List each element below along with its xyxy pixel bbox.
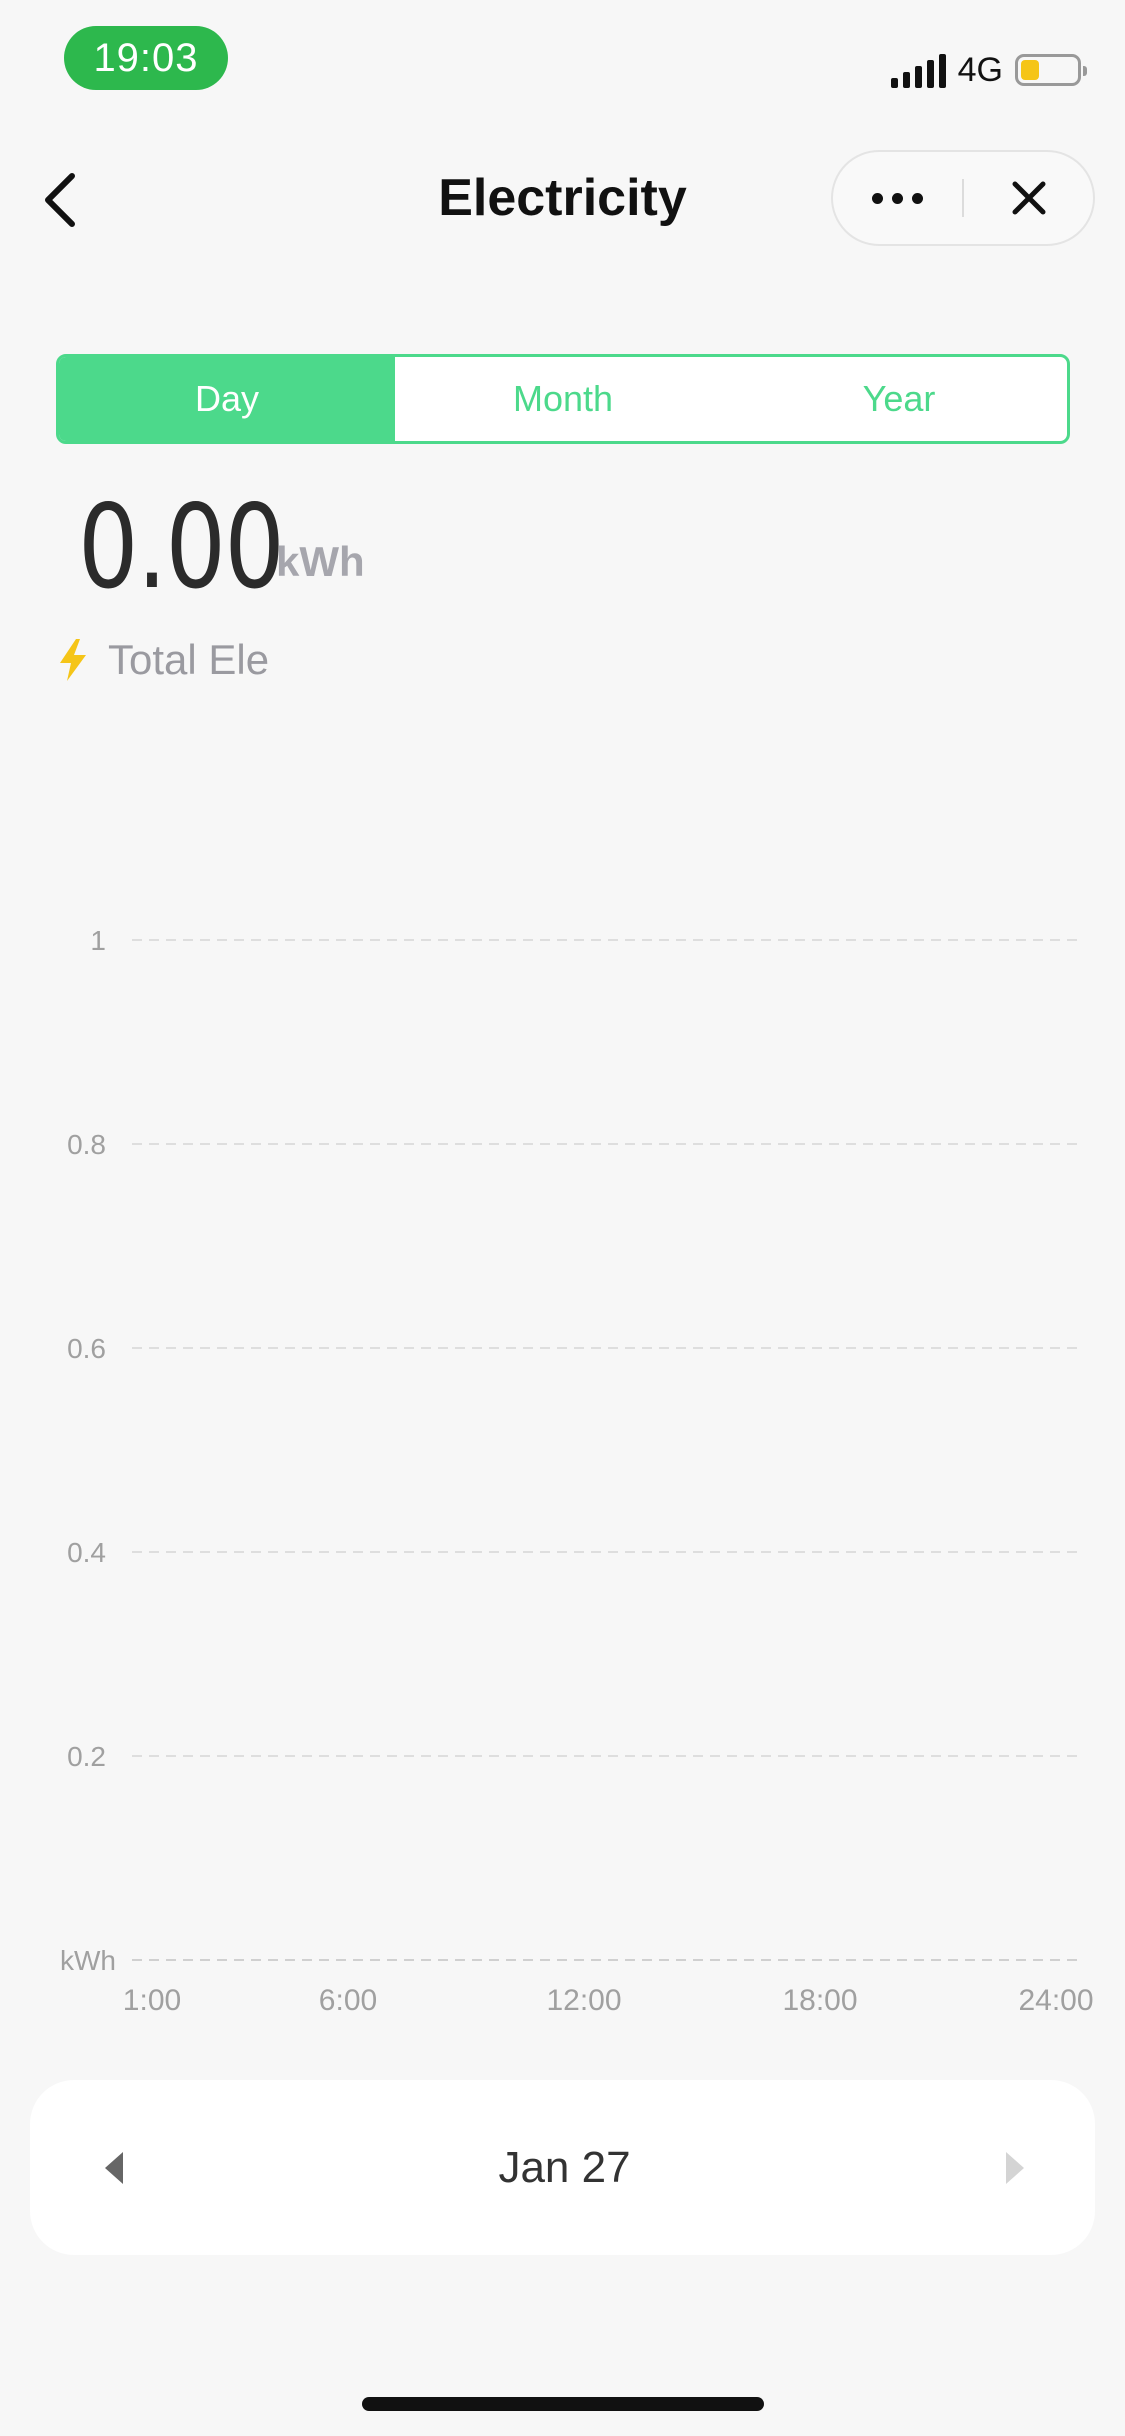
tab-year[interactable]: Year — [731, 357, 1067, 441]
battery-fill — [1021, 60, 1039, 80]
status-time: 19:03 — [64, 26, 228, 90]
total-label: Total Ele — [108, 636, 270, 683]
lightning-icon — [60, 639, 86, 681]
x-tick-label: 6:00 — [319, 1984, 377, 2017]
mini-program-capsule — [831, 150, 1095, 246]
next-date-button[interactable] — [995, 2138, 1035, 2198]
caret-left-icon — [105, 2151, 123, 2184]
tab-month[interactable]: Month — [395, 357, 731, 441]
prev-date-button[interactable] — [94, 2138, 134, 2198]
y-tick-label: 0.8 — [67, 1129, 106, 1160]
close-button[interactable] — [964, 152, 1093, 244]
date-picker: Jan 27 — [30, 2080, 1095, 2255]
home-indicator — [362, 2397, 764, 2411]
network-label: 4G — [957, 50, 1003, 89]
y-tick-label: 0.6 — [67, 1333, 106, 1364]
signal-icon — [890, 52, 946, 88]
x-tick-label: 12:00 — [546, 1984, 621, 2017]
x-tick-label: 1:00 — [123, 1984, 181, 2017]
y-axis-unit: kWh — [60, 1945, 116, 1976]
battery-icon — [1015, 54, 1087, 86]
tab-day[interactable]: Day — [59, 357, 395, 441]
total-unit: kWh — [276, 538, 365, 585]
period-tabs: Day Month Year — [56, 354, 1070, 444]
x-tick-label: 18:00 — [782, 1984, 857, 2017]
close-icon — [1012, 181, 1045, 215]
status-icons: 4G — [890, 48, 1087, 92]
more-horizontal-icon — [872, 192, 923, 204]
y-tick-label: 0.2 — [67, 1741, 106, 1772]
usage-chart: 1 0.8 0.6 0.4 0.2 kWh1:00 6:00 12:00 18:00 24:00 — [60, 925, 1094, 2017]
y-tick-label: 0.4 — [67, 1537, 106, 1568]
total-value: 0.00 — [78, 480, 285, 615]
y-tick-label: 1 — [90, 925, 106, 956]
x-tick-label: 24:00 — [1018, 1984, 1093, 2017]
total-label-row: Total Ele — [56, 636, 269, 684]
more-button[interactable] — [833, 152, 962, 244]
date-label: Jan 27 — [498, 2142, 631, 2192]
caret-right-icon — [1005, 2151, 1024, 2184]
